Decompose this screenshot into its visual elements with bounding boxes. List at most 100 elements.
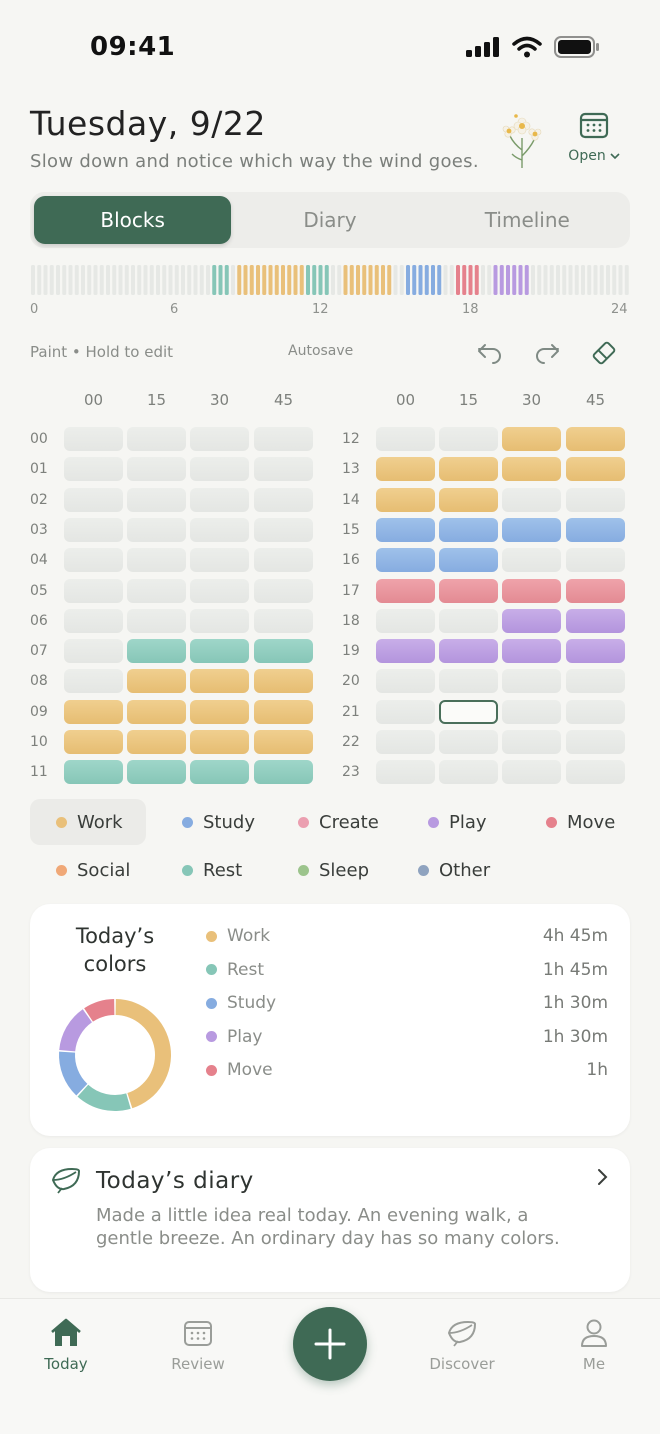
category-move[interactable]: Move [520,799,620,845]
time-block[interactable] [502,548,561,573]
time-block[interactable] [439,760,498,785]
time-block[interactable] [376,608,435,633]
time-block[interactable] [254,760,313,785]
time-block[interactable] [439,639,498,664]
category-sleep[interactable]: Sleep [272,847,382,893]
time-block[interactable] [190,457,249,482]
category-play[interactable]: Play [402,799,502,845]
time-block[interactable] [64,578,123,603]
time-block[interactable] [127,760,186,785]
time-block[interactable] [254,639,313,664]
time-block[interactable] [254,669,313,694]
nav-discover[interactable]: Discover [417,1317,507,1373]
time-block[interactable] [502,669,561,694]
time-block[interactable] [566,639,625,664]
nav-today[interactable]: Today [21,1317,111,1373]
time-block[interactable] [439,608,498,633]
time-block[interactable] [566,487,625,512]
day-timeline-strip[interactable] [30,264,630,296]
time-block[interactable] [127,427,186,451]
category-create[interactable]: Create [272,799,392,845]
time-block[interactable] [64,730,123,754]
time-block[interactable] [439,669,498,694]
time-block[interactable] [566,760,625,785]
time-block[interactable] [439,457,498,482]
category-rest[interactable]: Rest [156,847,256,893]
undo-button[interactable] [473,336,507,370]
time-block[interactable] [502,639,561,664]
open-calendar-button[interactable]: Open [562,110,626,170]
time-block[interactable] [502,608,561,633]
time-block[interactable] [502,457,561,482]
time-block[interactable] [439,578,498,603]
time-block[interactable] [64,487,123,512]
time-block[interactable] [190,548,249,573]
time-block[interactable] [376,427,435,451]
time-block[interactable] [376,639,435,664]
time-block[interactable] [502,427,561,451]
time-block[interactable] [127,669,186,694]
time-block[interactable] [254,608,313,633]
time-block[interactable] [190,669,249,694]
time-block[interactable] [439,487,498,512]
time-block[interactable] [190,427,249,451]
category-work[interactable]: Work [30,799,146,845]
time-block[interactable] [190,760,249,785]
tab-diary[interactable]: Diary [231,196,428,244]
time-block[interactable] [127,487,186,512]
time-block[interactable] [439,517,498,542]
time-block[interactable] [376,730,435,754]
time-block[interactable] [566,457,625,482]
time-block[interactable] [376,517,435,542]
time-block[interactable] [566,699,625,724]
time-block[interactable] [566,608,625,633]
time-block[interactable] [376,699,435,724]
time-block[interactable] [376,457,435,482]
tab-timeline[interactable]: Timeline [429,196,626,244]
time-block[interactable] [439,427,498,451]
diary-card[interactable]: Today’s diary Made a little idea real to… [30,1148,630,1292]
time-block[interactable] [566,548,625,573]
time-block[interactable] [64,548,123,573]
time-block[interactable] [127,639,186,664]
time-block[interactable] [190,578,249,603]
time-block[interactable] [502,699,561,724]
time-block[interactable] [127,699,186,724]
time-block[interactable] [502,487,561,512]
time-block[interactable] [439,699,498,724]
time-block[interactable] [254,699,313,724]
time-block[interactable] [566,517,625,542]
tab-blocks[interactable]: Blocks [34,196,232,244]
time-block[interactable] [127,548,186,573]
time-block[interactable] [566,730,625,754]
time-block[interactable] [502,730,561,754]
category-social[interactable]: Social [30,847,140,893]
redo-button[interactable] [530,336,564,370]
add-button[interactable] [293,1307,367,1381]
time-block[interactable] [127,578,186,603]
time-block[interactable] [566,427,625,451]
nav-me[interactable]: Me [549,1317,639,1373]
time-block[interactable] [254,457,313,482]
time-block[interactable] [64,760,123,785]
time-block[interactable] [127,730,186,754]
time-block[interactable] [376,669,435,694]
time-block[interactable] [190,517,249,542]
time-block[interactable] [64,457,123,482]
time-block[interactable] [64,427,123,451]
time-block[interactable] [190,639,249,664]
time-block[interactable] [64,699,123,724]
time-block[interactable] [127,517,186,542]
time-block[interactable] [376,487,435,512]
time-block[interactable] [64,639,123,664]
time-block[interactable] [502,517,561,542]
category-study[interactable]: Study [156,799,256,845]
time-block[interactable] [566,669,625,694]
time-block[interactable] [127,457,186,482]
time-block[interactable] [502,760,561,785]
time-block[interactable] [439,548,498,573]
time-block[interactable] [190,608,249,633]
time-block[interactable] [64,517,123,542]
nav-review[interactable]: Review [153,1317,243,1373]
time-block[interactable] [439,730,498,754]
